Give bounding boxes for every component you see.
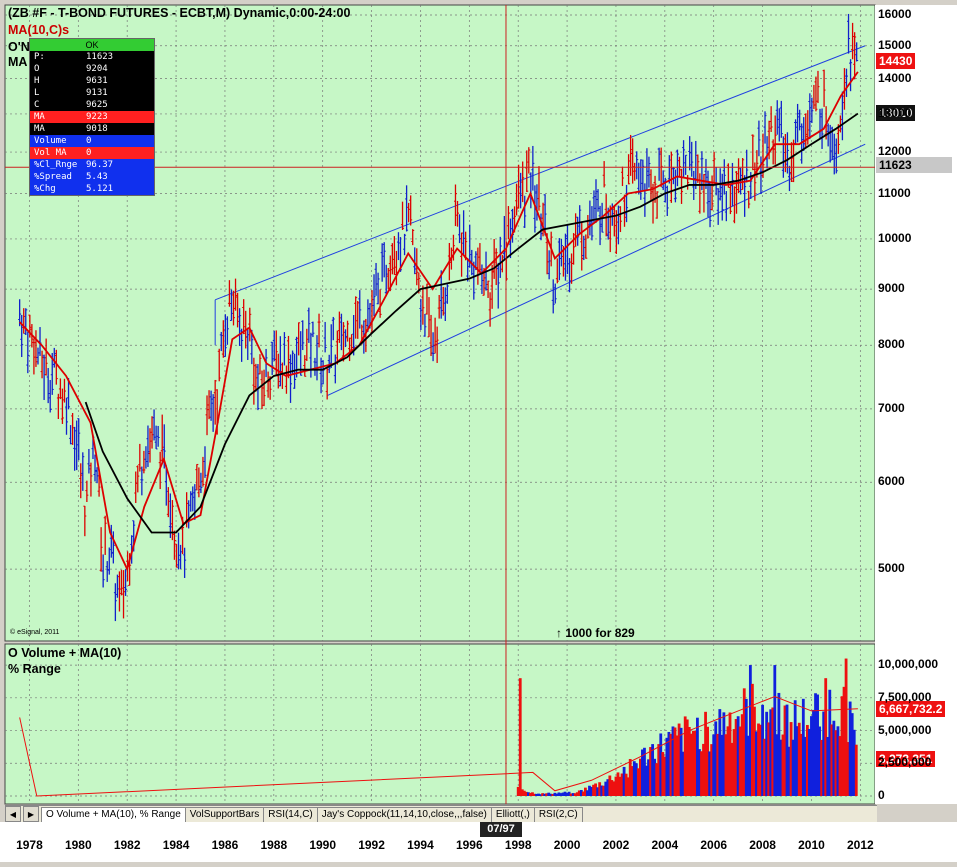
databox-key: O	[34, 64, 40, 74]
x-tick-label: 1996	[455, 838, 483, 852]
databox-row: Vol MA 0	[30, 147, 154, 159]
databox-value: 9625	[86, 100, 108, 110]
study-tab[interactable]: RSI(14,C)	[263, 806, 318, 822]
study-tab[interactable]: Elliott(,)	[490, 806, 535, 822]
volume-bar	[854, 744, 858, 796]
x-tick-label: 1978	[16, 838, 43, 852]
study-tab[interactable]: VolSupportBars	[184, 806, 265, 822]
y-tick-label: 12000	[878, 144, 912, 159]
x-tick-label: 2006	[700, 838, 728, 852]
x-tick-label: 2012	[846, 838, 874, 852]
databox-value: 9631	[86, 76, 108, 86]
databox-row: Volume 0	[30, 135, 154, 147]
y-tick-label: 6000	[878, 474, 905, 489]
volume-y-tick-label: 5,000,000	[878, 722, 932, 737]
databox-value: 11623	[86, 52, 114, 62]
databox-row: O 9204	[30, 63, 154, 75]
databox-key: %Spread	[34, 172, 72, 182]
last-price-box: 14430	[876, 53, 916, 69]
y-tick-label: 10000	[878, 230, 912, 245]
y-tick-label: 15000	[878, 37, 912, 52]
volume-y-tick-label: 0	[878, 788, 885, 802]
volume-bar	[518, 678, 522, 796]
x-tick-label: 1998	[504, 838, 532, 852]
databox-value: 96.37	[86, 160, 114, 170]
y-tick-label: 13000	[878, 105, 912, 120]
databox-key: %Cl_Rnge	[34, 160, 78, 170]
study-label-cut-2: MA	[8, 55, 28, 69]
volume-study-label: O Volume + MA(10)	[8, 646, 122, 660]
databox-value: 5.43	[86, 172, 108, 182]
x-tick-label: 2008	[749, 838, 776, 852]
databox-value: 5.121	[86, 184, 114, 194]
databox-row: P: 11623	[30, 51, 154, 63]
databox-value: 9223	[86, 112, 108, 122]
x-tick-label: 2002	[602, 838, 630, 852]
x-tick-label: 1990	[309, 838, 337, 852]
x-tick-label: 1980	[64, 838, 92, 852]
x-tick-label: 1986	[211, 838, 239, 852]
study-tab[interactable]: Jay's Coppock(11,14,10,close,,,false)	[316, 806, 492, 822]
annotation-text: ↑ 1000 for 829	[556, 626, 635, 640]
ma-study-label: MA(10,C)s	[8, 23, 70, 37]
x-tick-label: 1984	[162, 838, 190, 852]
x-tick-label: 2004	[651, 838, 679, 852]
volume-y-tick-label: 10,000,000	[878, 657, 939, 672]
databox-key: H	[34, 76, 40, 86]
y-tick-label: 14000	[878, 70, 912, 85]
databox-key: MA	[34, 124, 45, 134]
databox-key: Volume	[34, 136, 67, 146]
databox-value: 9204	[86, 64, 108, 74]
cursor-data-window[interactable]: OK P: 11623 O 9204 H 9631 L 9131 C 9625 MA 9223 MA 90…	[29, 38, 155, 196]
databox-key: L	[34, 88, 40, 98]
range-study-label: % Range	[8, 662, 61, 676]
tab-scroll-left-icon[interactable]: ◀	[5, 806, 21, 822]
y-tick-label: 7000	[878, 400, 905, 415]
x-tick-label: 2010	[798, 838, 825, 852]
cursor-price-box: 11623	[876, 157, 952, 173]
databox-status: OK	[30, 39, 154, 51]
y-tick-label: 9000	[878, 281, 905, 296]
study-tab-bar: ◀ ▶ O Volume + MA(10), % Range VolSupport…	[5, 805, 877, 822]
databox-row: %Chg 5.121	[30, 183, 154, 195]
databox-key: Vol MA	[34, 148, 67, 158]
databox-row: %Cl_Rnge 96.37	[30, 159, 154, 171]
study-tab[interactable]: RSI(2,C)	[533, 806, 583, 822]
databox-key: C	[34, 100, 40, 110]
databox-value: 9018	[86, 124, 108, 134]
study-tab[interactable]: O Volume + MA(10), % Range	[41, 806, 186, 822]
databox-value: 0	[86, 148, 92, 158]
x-tick-label: 1992	[358, 838, 385, 852]
databox-value: 0	[86, 136, 92, 146]
databox-row: H 9631	[30, 75, 154, 87]
databox-value: 9131	[86, 88, 108, 98]
databox-row: MA 9223	[30, 111, 154, 123]
chart-title: (ZB #F - T-BOND FUTURES - ECBT,M) Dynami…	[8, 6, 351, 20]
databox-row: MA 9018	[30, 123, 154, 135]
x-tick-label: 2000	[553, 838, 581, 852]
y-tick-label: 8000	[878, 337, 905, 352]
databox-row: L 9131	[30, 87, 154, 99]
copyright: © eSignal, 2011	[10, 629, 60, 636]
y-tick-label: 16000	[878, 7, 912, 21]
study-label-cut: O'N	[8, 40, 30, 54]
y-tick-label: 11000	[878, 185, 911, 200]
x-tick-label: 1988	[260, 838, 288, 852]
x-tick-label: 1994	[407, 838, 434, 852]
volume-y-tick-label: 7,500,000	[878, 689, 932, 704]
databox-key: MA	[34, 112, 45, 122]
volume-y-tick-label: 2,500,000	[878, 755, 932, 770]
y-tick-label: 5000	[878, 561, 905, 576]
databox-key: P:	[34, 52, 45, 62]
databox-key: %Chg	[34, 184, 56, 194]
cursor-date-box: 07/97	[480, 822, 522, 837]
tab-scroll-right-icon[interactable]: ▶	[23, 806, 39, 822]
databox-row: %Spread 5.43	[30, 171, 154, 183]
x-tick-label: 1982	[113, 838, 141, 852]
databox-row: C 9625	[30, 99, 154, 111]
